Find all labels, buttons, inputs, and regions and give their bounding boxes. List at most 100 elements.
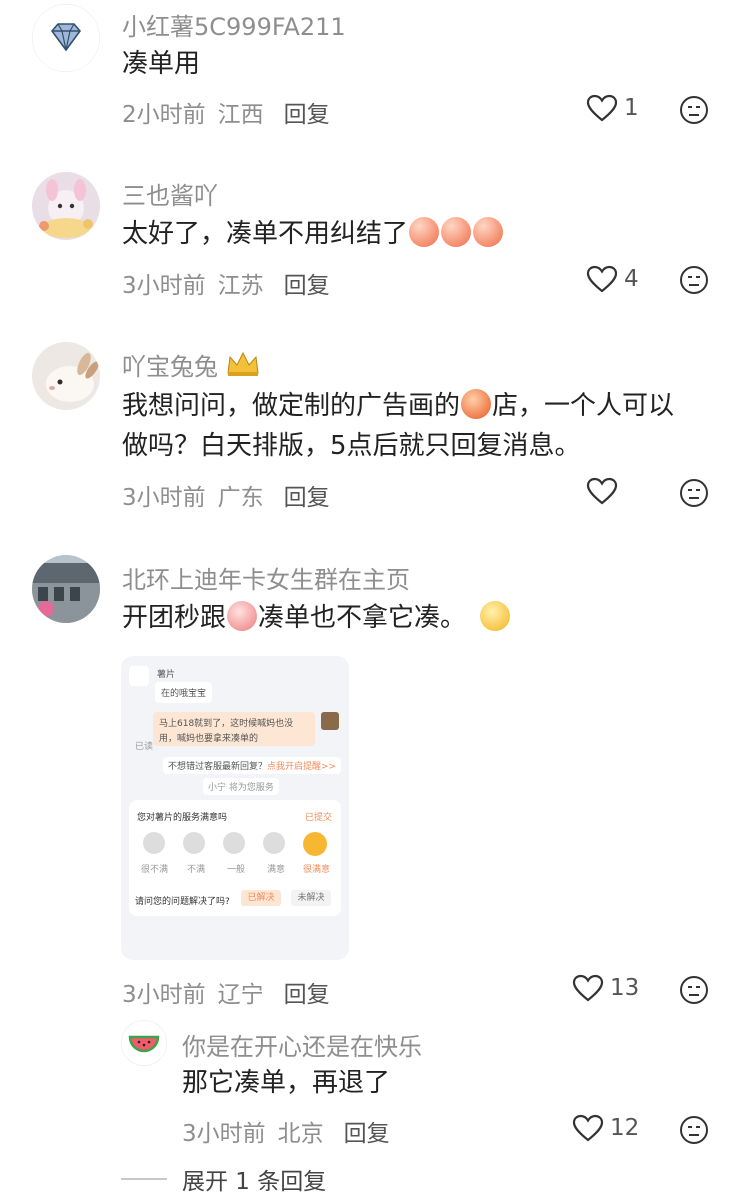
peach-face-emoji — [409, 217, 440, 247]
comment-location: 辽宁 — [217, 982, 264, 1008]
read-status: 已读 — [135, 742, 154, 752]
rating-face-icon — [143, 832, 165, 854]
comment-location: 江苏 — [217, 273, 264, 299]
comment-meta: 3小时前 辽宁 回复 — [122, 975, 342, 1009]
like-count: 4 — [624, 266, 639, 292]
survey-title: 您对薯片的服务满意吗 — [137, 813, 228, 823]
reply-username[interactable]: 你是在开心还是在快乐 — [182, 1027, 422, 1062]
comment-text-a: 开团秒跟 — [122, 603, 227, 633]
notice-bar[interactable]: 不想错过客服最新回复？点我开启提醒>> — [163, 757, 342, 774]
heart-icon — [572, 1114, 604, 1142]
shop-name: 薯片 — [157, 670, 176, 680]
reply-meta: 3小时前 北京 回复 — [182, 1114, 402, 1148]
user-avatar — [321, 712, 339, 730]
reply-button[interactable]: 回复 — [284, 273, 330, 299]
comment-text-b: 凑单也不拿它凑。 — [258, 603, 467, 633]
like-count: 12 — [610, 1115, 640, 1141]
peach-face-emoji — [441, 217, 472, 247]
expand-replies-button[interactable]: 展开 1 条回复 — [182, 1162, 326, 1196]
comment-text-line1b: 店，一个人可以 — [492, 391, 675, 421]
peach-face-emoji — [473, 217, 504, 247]
rating-face-icon — [183, 832, 205, 854]
rating-label: 不满 — [187, 865, 206, 875]
comment-username[interactable]: 吖宝兔兔 — [122, 347, 260, 382]
watermelon-icon — [121, 1020, 167, 1066]
comment-text: 凑单用 — [122, 49, 201, 79]
dislike-icon[interactable] — [679, 478, 709, 508]
like-button[interactable] — [586, 477, 624, 505]
reply-location: 北京 — [277, 1121, 324, 1147]
avatar[interactable] — [32, 4, 100, 72]
comment-text: 我想问问，做定制的广告画的 店，一个人可以 — [122, 386, 674, 426]
comment-time: 3小时前 — [122, 485, 206, 511]
dislike-icon[interactable] — [679, 265, 709, 295]
dislike-icon[interactable] — [679, 1115, 709, 1145]
plush-toy-photo — [32, 172, 100, 240]
reply-text: 那它凑单，再退了 — [182, 1068, 391, 1098]
comment-text: 太好了，凑单不用纠结了 — [122, 214, 504, 254]
comment-meta: 2小时前 江西 回复 — [122, 95, 342, 129]
avatar[interactable] — [32, 555, 100, 623]
bunny-photo — [32, 342, 100, 410]
chat-text: 马上618就到了，这时候喊妈也没 — [159, 719, 294, 729]
reply-button[interactable]: 回复 — [284, 102, 330, 128]
comment-meta: 3小时前 广东 回复 — [122, 478, 342, 512]
avatar[interactable] — [121, 1020, 167, 1066]
reply-button[interactable]: 回复 — [284, 485, 330, 511]
street-photo — [32, 555, 100, 623]
comment-time: 2小时前 — [122, 102, 206, 128]
username-text: 吖宝兔兔 — [122, 353, 218, 381]
diamond-icon — [32, 4, 100, 72]
crown-icon — [227, 351, 259, 376]
rating-face-icon-selected — [303, 832, 327, 856]
smiling-face-emoji — [480, 601, 511, 631]
like-count: 13 — [610, 975, 640, 1001]
comment-location: 广东 — [217, 485, 264, 511]
notice-text: 不想错过客服最新回复？ — [168, 762, 268, 772]
resolved-question: 请问您的问题解决了吗? — [135, 897, 230, 907]
comment-username[interactable]: 北环上迪年卡女生群在主页 — [122, 560, 410, 595]
comment-image[interactable]: 薯片 在的哦宝宝 马上618就到了，这时候喊妈也没 用，喊妈也要拿来凑单的 已读… — [121, 656, 349, 960]
comment-username[interactable]: 三也酱吖 — [122, 176, 218, 211]
rating-face-icon — [223, 832, 245, 854]
service-note: 小宁 将为您服务 — [203, 778, 279, 795]
avatar[interactable] — [32, 342, 100, 410]
rating-face-icon — [263, 832, 285, 854]
chat-text: 用，喊妈也要拿来凑单的 — [159, 734, 259, 744]
like-button[interactable]: 4 — [586, 265, 639, 293]
avatar[interactable] — [32, 172, 100, 240]
comment-text: 开团秒跟 凑单也不拿它凑。 — [122, 598, 511, 638]
notice-link[interactable]: 点我开启提醒>> — [267, 762, 336, 772]
crying-face-emoji — [227, 601, 258, 631]
peach-emoji — [461, 389, 492, 419]
expand-divider — [121, 1178, 167, 1180]
comment-time: 3小时前 — [122, 273, 206, 299]
comment-text-line2: 做吗？白天排版，5点后就只回复消息。 — [122, 431, 581, 461]
rating-label: 满意 — [267, 865, 286, 875]
heart-icon — [586, 94, 618, 122]
dislike-icon[interactable] — [679, 95, 709, 125]
comment-username[interactable]: 小红薯5C999FA211 — [122, 7, 346, 42]
reply-time: 3小时前 — [182, 1121, 266, 1147]
rating-label-selected: 很满意 — [303, 865, 331, 875]
resolved-yes-button[interactable]: 已解决 — [241, 890, 281, 906]
comment-text-body: 太好了，凑单不用纠结了 — [122, 219, 409, 249]
comment-meta: 3小时前 江苏 回复 — [122, 266, 342, 300]
comment-text-line1a: 我想问问，做定制的广告画的 — [122, 391, 461, 421]
heart-icon — [572, 974, 604, 1002]
like-button[interactable]: 12 — [572, 1114, 639, 1142]
resolved-no-button[interactable]: 未解决 — [291, 890, 331, 906]
survey-submitted: 已提交 — [305, 813, 333, 823]
like-button[interactable]: 13 — [572, 974, 639, 1002]
comment-time: 3小时前 — [122, 982, 206, 1008]
rating-label: 一般 — [227, 865, 246, 875]
reply-button[interactable]: 回复 — [344, 1121, 390, 1147]
shop-avatar — [129, 666, 149, 686]
reply-button[interactable]: 回复 — [284, 982, 330, 1008]
like-button[interactable]: 1 — [586, 94, 639, 122]
like-count: 1 — [624, 95, 639, 121]
dislike-icon[interactable] — [679, 975, 709, 1005]
comment-location: 江西 — [217, 102, 264, 128]
rating-label: 很不满 — [141, 865, 169, 875]
chat-bubble: 在的哦宝宝 — [155, 682, 213, 703]
